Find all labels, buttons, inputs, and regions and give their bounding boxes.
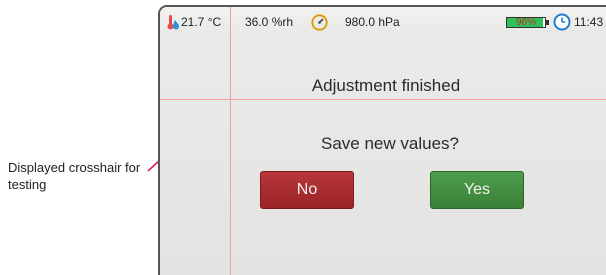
temperature-value: 21.7 °C [181,15,222,29]
thermometer-icon [167,15,179,30]
crosshair-annotation-label: Displayed crosshair for testing [8,160,141,192]
dialog-title: Adjustment finished [160,76,606,96]
gauge-icon [311,14,328,31]
battery-tip [546,20,549,25]
battery-icon: 96% [506,17,546,28]
clock-icon [553,13,571,31]
dialog-title-text: Adjustment finished [311,76,461,95]
pressure-value: 980.0 hPa [345,15,400,29]
humidity-value: 36.0 %rh [245,15,294,29]
time-value: 11:43 AM [574,15,606,29]
dialog-prompt: Save new values? [321,134,459,153]
status-bar: 21.7 °C 36.0 %rh 980.0 hPa 96% 11:43 AM [160,7,606,37]
yes-button[interactable]: Yes [430,171,524,209]
device-screen: 21.7 °C 36.0 %rh 980.0 hPa 96% 11:43 AM … [158,5,606,275]
crosshair-horizontal-line [160,99,606,100]
battery-level-label: 96% [515,17,536,28]
no-button[interactable]: No [260,171,354,209]
